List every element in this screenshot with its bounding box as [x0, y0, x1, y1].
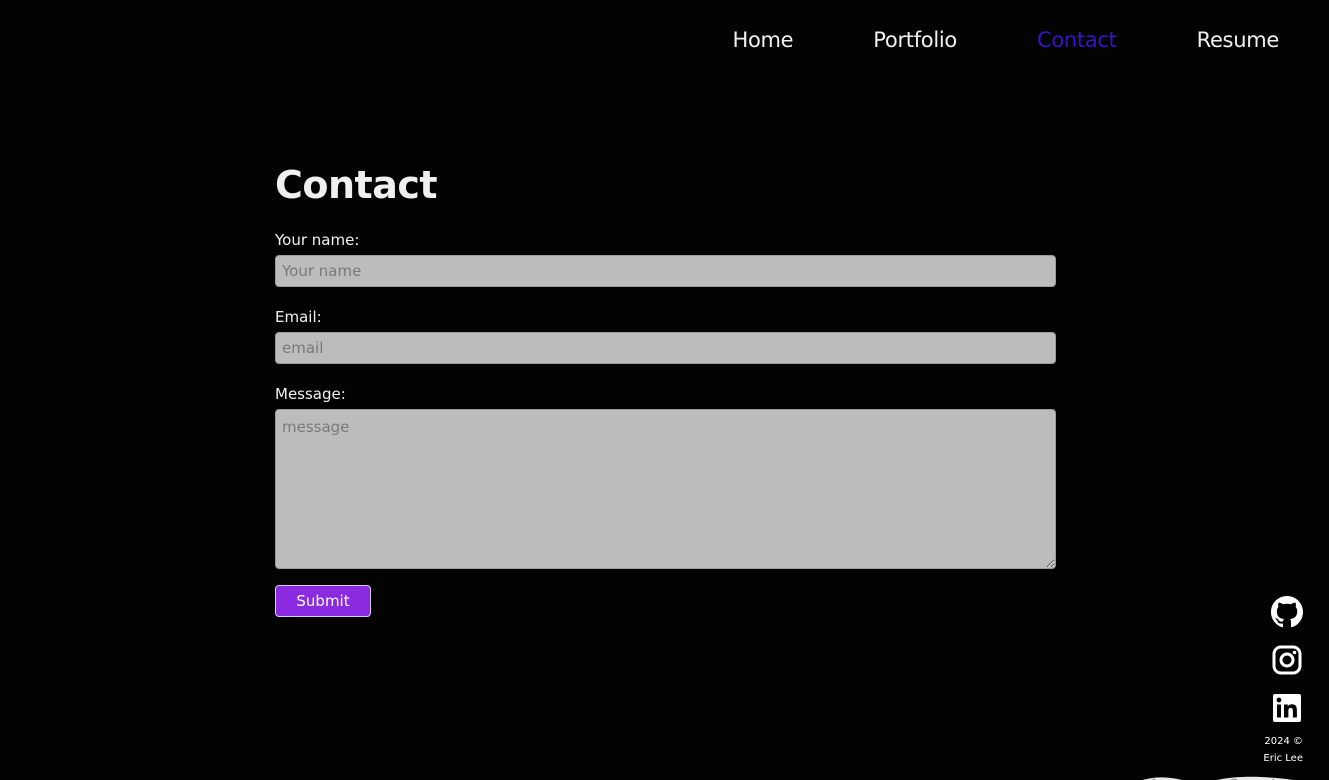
contact-form-section: Contact Your name: Email: Message: Submi… — [275, 160, 1056, 617]
message-label: Message: — [275, 385, 346, 403]
email-label: Email: — [275, 308, 322, 326]
footer-copyright: 2024 © Eric Lee — [1263, 733, 1303, 767]
github-icon — [1271, 596, 1303, 628]
nav-contact-link[interactable]: Contact — [1037, 24, 1117, 56]
submit-button[interactable]: Submit — [275, 585, 371, 617]
message-textarea[interactable] — [275, 409, 1056, 569]
main-nav: Home Portfolio Contact Resume — [652, 24, 1279, 56]
nav-resume-link[interactable]: Resume — [1197, 24, 1280, 56]
page-title: Contact — [275, 163, 438, 207]
name-input[interactable] — [275, 255, 1056, 287]
contact-page: Home Portfolio Contact Resume Contact Yo… — [0, 0, 1329, 780]
nav-home-link[interactable]: Home — [732, 24, 793, 56]
linkedin-icon — [1273, 694, 1301, 722]
social-links — [1271, 596, 1303, 740]
email-input[interactable] — [275, 332, 1056, 364]
footer-author: Eric Lee — [1263, 753, 1303, 764]
name-label: Your name: — [275, 231, 360, 249]
contact-form: Your name: Email: Message: Submit — [275, 230, 1056, 617]
nav-portfolio-link[interactable]: Portfolio — [873, 24, 957, 56]
instagram-icon — [1272, 645, 1302, 675]
instagram-link[interactable] — [1271, 644, 1303, 676]
linkedin-link[interactable] — [1271, 692, 1303, 724]
github-link[interactable] — [1271, 596, 1303, 628]
footer-year: 2024 © — [1264, 736, 1303, 747]
footer-decoration — [1131, 770, 1311, 780]
